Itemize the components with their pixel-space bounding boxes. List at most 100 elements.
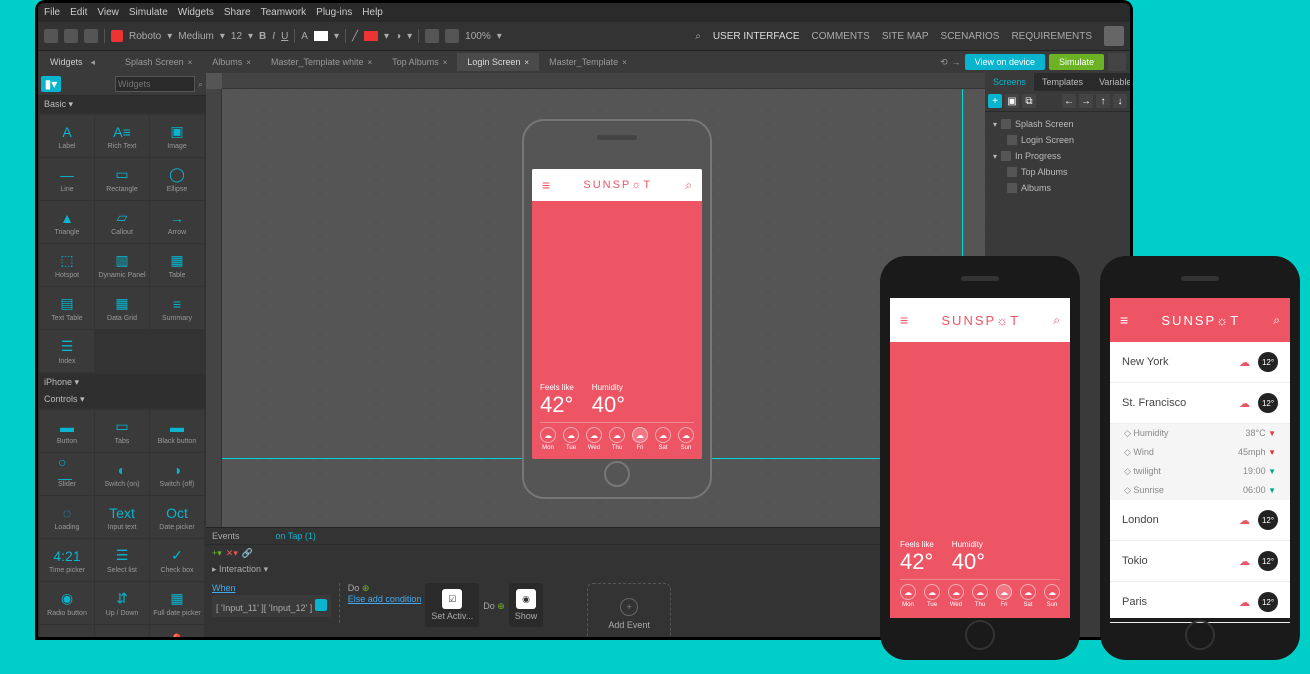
align-icon[interactable] bbox=[425, 29, 439, 43]
font-select[interactable]: Roboto bbox=[129, 31, 161, 42]
widget-ellipse[interactable]: ◯Ellipse bbox=[150, 158, 204, 200]
widget-slider[interactable]: ○—Slider bbox=[40, 453, 94, 495]
menu-simulate[interactable]: Simulate bbox=[129, 7, 168, 18]
close-icon[interactable]: × bbox=[443, 58, 448, 67]
forecast-day[interactable]: ☁Sun bbox=[678, 427, 694, 451]
simulate-button[interactable]: Simulate bbox=[1049, 54, 1104, 70]
forecast-day[interactable]: ☁Wed bbox=[948, 584, 964, 608]
forecast-day[interactable]: ☁Sun bbox=[1044, 584, 1060, 608]
forecast-day[interactable]: ☁Thu bbox=[609, 427, 625, 451]
section-controls[interactable]: Controls ▾ bbox=[38, 391, 206, 408]
close-icon[interactable]: × bbox=[524, 58, 529, 67]
add-event-button[interactable]: + Add Event bbox=[587, 583, 671, 637]
widget-data-grid[interactable]: ▦Data Grid bbox=[95, 287, 149, 329]
widget-table[interactable]: ▦Table bbox=[150, 244, 204, 286]
widget-rectangle[interactable]: ▭Rectangle bbox=[95, 158, 149, 200]
forecast-day[interactable]: ☁Fri bbox=[996, 584, 1012, 608]
forecast-day[interactable]: ☁Tue bbox=[563, 427, 579, 451]
zoom-select[interactable]: 100% bbox=[465, 31, 491, 42]
search-icon[interactable]: ⌕ bbox=[1053, 313, 1060, 328]
widget-context-menu[interactable]: ⊡Context menu bbox=[95, 625, 149, 637]
forecast-day[interactable]: ☁Wed bbox=[586, 427, 602, 451]
tree-folder[interactable]: ▾Splash Screen bbox=[989, 116, 1126, 132]
nav-requirements[interactable]: REQUIREMENTS bbox=[1011, 31, 1092, 42]
widget-loading[interactable]: ◌Loading bbox=[40, 496, 94, 538]
forecast-day[interactable]: ☁Tue bbox=[924, 584, 940, 608]
fill-icon[interactable]: ◑ bbox=[395, 31, 401, 42]
menu-view[interactable]: View bbox=[97, 7, 119, 18]
link-icon[interactable]: 🔗 bbox=[242, 548, 253, 559]
widget-select-list[interactable]: ☰Select list bbox=[95, 539, 149, 581]
nav-comments[interactable]: COMMENTS bbox=[812, 31, 870, 42]
when-link[interactable]: When bbox=[212, 583, 331, 593]
tree-screen[interactable]: Top Albums bbox=[989, 164, 1126, 180]
underline-button[interactable]: U bbox=[281, 31, 288, 42]
forecast-day[interactable]: ☁Sat bbox=[1020, 584, 1036, 608]
widget-full-date-picker[interactable]: ▦Full date picker bbox=[150, 582, 204, 624]
edit-icon[interactable] bbox=[315, 599, 327, 611]
tab-templates[interactable]: Templates bbox=[1034, 73, 1091, 91]
weight-select[interactable]: Medium bbox=[178, 31, 214, 42]
distribute-icon[interactable] bbox=[445, 29, 459, 43]
move-left-icon[interactable]: ← bbox=[1062, 94, 1076, 108]
widget-button[interactable]: ▬Button bbox=[40, 410, 94, 452]
tree-screen[interactable]: Albums bbox=[989, 180, 1126, 196]
italic-button[interactable]: I bbox=[272, 31, 275, 42]
forecast-day[interactable]: ☁Sat bbox=[655, 427, 671, 451]
widget-triangle[interactable]: ▲Triangle bbox=[40, 201, 94, 243]
move-down-icon[interactable]: ↓ bbox=[1113, 94, 1127, 108]
widget-radio-button[interactable]: ◉Radio button bbox=[40, 582, 94, 624]
brand-icon[interactable] bbox=[111, 30, 123, 42]
else-condition-link[interactable]: Else add condition bbox=[348, 594, 422, 604]
city-row[interactable]: Tokio☁12° bbox=[1110, 541, 1290, 582]
widget-switch-off-[interactable]: ◑Switch (off) bbox=[150, 453, 204, 495]
document-tab[interactable]: Albums × bbox=[202, 53, 261, 71]
search-icon[interactable]: ⌕ bbox=[1273, 313, 1280, 328]
close-icon[interactable]: × bbox=[368, 58, 373, 67]
widget-image[interactable]: ▣Image bbox=[150, 115, 204, 157]
document-tab[interactable]: Master_Template white × bbox=[261, 53, 382, 71]
stroke-color[interactable] bbox=[364, 31, 378, 41]
stroke-icon[interactable]: ╱ bbox=[352, 31, 358, 42]
search-icon[interactable]: ⌕ bbox=[695, 31, 701, 42]
app-mockup[interactable]: ≡ SUNSP☼T ⌕ Feels like42° Humidity40° ☁M… bbox=[532, 169, 702, 459]
document-tab[interactable]: Splash Screen × bbox=[115, 53, 202, 71]
close-icon[interactable]: × bbox=[188, 58, 193, 67]
widget-search-input[interactable] bbox=[115, 76, 195, 92]
add-widget-button[interactable]: ▮▾ bbox=[41, 76, 61, 92]
widget-new-app-icon[interactable]: ●New app icon bbox=[40, 625, 94, 637]
document-tab[interactable]: Login Screen × bbox=[457, 53, 539, 71]
nav-back-icon[interactable]: ⟲ bbox=[940, 57, 948, 68]
close-icon[interactable]: × bbox=[622, 58, 627, 67]
widget-date-picker[interactable]: OctDate picker bbox=[150, 496, 204, 538]
city-row[interactable]: St. Francisco☁12° bbox=[1110, 383, 1290, 424]
city-row[interactable]: New York☁12° bbox=[1110, 342, 1290, 383]
widget-switch-on-[interactable]: ◐Switch (on) bbox=[95, 453, 149, 495]
menu-edit[interactable]: Edit bbox=[70, 7, 87, 18]
save-icon[interactable] bbox=[84, 29, 98, 43]
move-up-icon[interactable]: ↑ bbox=[1096, 94, 1110, 108]
collapse-icon[interactable]: ◂ bbox=[91, 57, 96, 68]
menu-teamwork[interactable]: Teamwork bbox=[261, 7, 307, 18]
undo-icon[interactable] bbox=[44, 29, 58, 43]
tab-variables[interactable]: Variables bbox=[1091, 73, 1130, 91]
widget-up-down[interactable]: ⇵Up / Down bbox=[95, 582, 149, 624]
condition-box[interactable]: [ 'Input_11' ][ 'Input_12' ] bbox=[212, 595, 331, 617]
menu-plugins[interactable]: Plug-ins bbox=[316, 7, 352, 18]
widget-dynamic-panel[interactable]: ▥Dynamic Panel bbox=[95, 244, 149, 286]
widget-text-table[interactable]: ▤Text Table bbox=[40, 287, 94, 329]
menu-widgets[interactable]: Widgets bbox=[178, 7, 214, 18]
user-avatar[interactable] bbox=[1104, 26, 1124, 46]
tree-screen[interactable]: Login Screen bbox=[989, 132, 1126, 148]
add-action-icon[interactable]: ⊕ bbox=[362, 583, 370, 593]
move-right-icon[interactable]: → bbox=[1079, 94, 1093, 108]
section-basic[interactable]: Basic ▾ bbox=[38, 96, 206, 113]
view-on-device-button[interactable]: View on device bbox=[965, 54, 1045, 70]
add-screen-button[interactable]: + bbox=[988, 94, 1002, 108]
size-select[interactable]: 12 bbox=[231, 31, 242, 42]
nav-sitemap[interactable]: SITE MAP bbox=[882, 31, 929, 42]
widget-summary[interactable]: ≡Summary bbox=[150, 287, 204, 329]
document-tab[interactable]: Master_Template × bbox=[539, 53, 637, 71]
event-tab[interactable]: on Tap (1) bbox=[276, 531, 316, 541]
tree-folder[interactable]: ▾In Progress bbox=[989, 148, 1126, 164]
